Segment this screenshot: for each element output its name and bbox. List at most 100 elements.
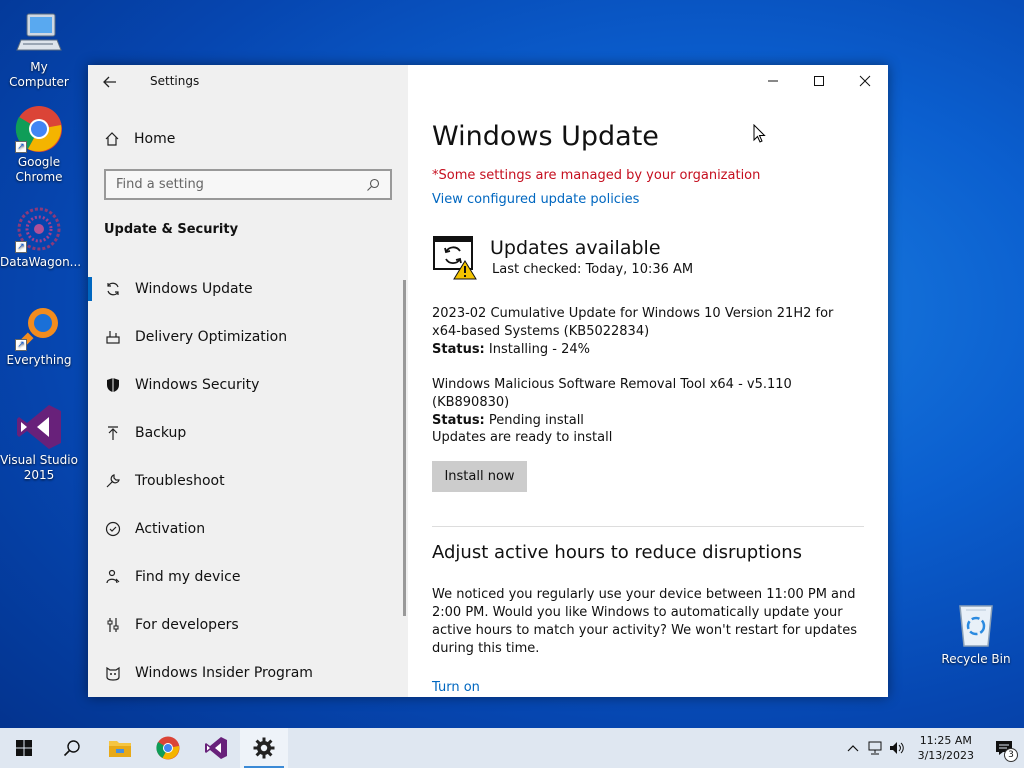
folder-icon <box>109 741 131 757</box>
desktop-icon-label: Google Chrome <box>15 155 63 184</box>
search-box[interactable] <box>104 169 392 200</box>
backup-arrow-icon <box>104 424 122 442</box>
search-icon <box>63 740 80 757</box>
update-status-icon <box>432 235 478 281</box>
desktop-icon-everything[interactable]: ↗ Everything <box>0 303 78 368</box>
chrome-icon <box>156 736 180 760</box>
insider-cat-icon <box>104 664 122 682</box>
desktop-icon-google-chrome[interactable]: ↗ Google Chrome <box>0 105 78 185</box>
maximize-icon <box>814 76 824 86</box>
updates-available-title: Updates available <box>490 237 661 259</box>
sidebar-item-find-my-device[interactable]: Find my device <box>88 553 408 601</box>
search-icon <box>367 178 380 191</box>
maximize-button[interactable] <box>796 65 842 97</box>
desktop-icon-label: Visual Studio 2015 <box>0 453 78 482</box>
title-bar: Settings <box>88 65 408 99</box>
sidebar-item-label: Windows Security <box>135 377 260 393</box>
minimize-button[interactable] <box>750 65 796 97</box>
desktop-icon-datawagon[interactable]: ↗ DataWagon... <box>0 205 82 270</box>
sidebar-item-backup[interactable]: Backup <box>88 409 408 457</box>
sidebar-item-windows-security[interactable]: Windows Security <box>88 361 408 409</box>
update-status: Status: Pending install <box>432 413 584 428</box>
delivery-optimization-icon <box>104 328 122 346</box>
search-input[interactable] <box>116 177 366 192</box>
minimize-icon <box>768 80 778 82</box>
divider <box>432 526 864 527</box>
back-arrow-icon <box>103 76 116 88</box>
main-content: Windows Update *Some settings are manage… <box>408 65 888 697</box>
chevron-up-icon <box>847 745 859 752</box>
page-title: Windows Update <box>432 121 659 152</box>
windows-logo-icon <box>16 740 32 756</box>
home-icon <box>105 132 119 146</box>
sidebar-item-activation[interactable]: Activation <box>88 505 408 553</box>
app-title: Settings <box>150 74 200 88</box>
everything-icon: ↗ <box>15 303 63 351</box>
clock-date: 3/13/2023 <box>917 749 974 762</box>
recycle-bin-icon <box>952 600 1000 648</box>
sidebar-item-delivery-optimization[interactable]: Delivery Optimization <box>88 313 408 361</box>
desktop-icon-label: My Computer <box>9 60 69 89</box>
checkmark-circle-icon <box>104 520 122 538</box>
gear-icon <box>253 737 275 759</box>
install-now-button[interactable]: Install now <box>432 461 527 492</box>
sidebar-item-label: For developers <box>135 617 239 633</box>
update-name: 2023-02 Cumulative Update for Windows 10… <box>432 306 834 339</box>
chrome-icon: ↗ <box>15 105 63 153</box>
update-name: Windows Malicious Software Removal Tool … <box>432 377 792 410</box>
settings-window: Settings Home Update & Security Windows … <box>88 65 888 697</box>
desktop-icon-recycle-bin[interactable]: Recycle Bin <box>940 600 1012 666</box>
sidebar-item-windows-update[interactable]: Windows Update <box>88 265 408 313</box>
taskbar-clock[interactable]: 11:25 AM 3/13/2023 <box>908 733 984 763</box>
turn-on-link[interactable]: Turn on <box>432 680 480 695</box>
start-button[interactable] <box>0 728 48 768</box>
update-item: Windows Malicious Software Removal Tool … <box>432 376 852 430</box>
volume-icon[interactable] <box>886 728 908 768</box>
taskbar-file-explorer[interactable] <box>96 728 144 768</box>
recycle-bin-label: Recycle Bin <box>941 652 1011 666</box>
action-center-button[interactable]: 3 <box>984 728 1024 768</box>
active-hours-title: Adjust active hours to reduce disruption… <box>432 542 803 563</box>
section-title: Update & Security <box>104 222 239 237</box>
sidebar-item-troubleshoot[interactable]: Troubleshoot <box>88 457 408 505</box>
nav-home[interactable]: Home <box>104 127 394 151</box>
desktop-icon-label: DataWagon... <box>0 255 82 269</box>
sidebar-scrollbar[interactable] <box>403 280 406 616</box>
sidebar-item-label: Activation <box>135 521 206 537</box>
update-item: 2023-02 Cumulative Update for Windows 10… <box>432 305 852 359</box>
managed-notice: *Some settings are managed by your organ… <box>432 168 761 183</box>
taskbar-chrome[interactable] <box>144 728 192 768</box>
view-policies-link[interactable]: View configured update policies <box>432 192 639 207</box>
clock-time: 11:25 AM <box>919 734 972 747</box>
nav-list: Windows Update Delivery Optimization Win… <box>88 265 408 697</box>
developer-sliders-icon <box>104 616 122 634</box>
close-button[interactable] <box>842 65 888 97</box>
close-icon <box>859 75 871 87</box>
settings-sidebar: Settings Home Update & Security Windows … <box>88 65 408 697</box>
taskbar-search-button[interactable] <box>48 728 96 768</box>
sidebar-item-label: Troubleshoot <box>135 473 225 489</box>
taskbar-settings[interactable] <box>240 728 288 768</box>
nav-home-label: Home <box>134 131 176 147</box>
sync-icon <box>104 280 122 298</box>
sidebar-item-for-developers[interactable]: For developers <box>88 601 408 649</box>
desktop-icon-visual-studio[interactable]: Visual Studio 2015 <box>0 403 78 483</box>
network-icon[interactable] <box>864 728 886 768</box>
show-hidden-icons-button[interactable] <box>842 728 864 768</box>
last-checked-text: Last checked: Today, 10:36 AM <box>492 262 694 277</box>
desktop-icon-label: Everything <box>6 353 72 367</box>
computer-icon <box>15 10 63 58</box>
sidebar-item-windows-insider-program[interactable]: Windows Insider Program <box>88 649 408 697</box>
back-button[interactable] <box>102 71 124 93</box>
datawagon-icon: ↗ <box>15 205 63 253</box>
ready-text: Updates are ready to install <box>432 430 613 445</box>
shortcut-arrow-icon: ↗ <box>15 241 27 253</box>
taskbar-visual-studio[interactable] <box>192 728 240 768</box>
update-status: Status: Installing - 24% <box>432 342 590 357</box>
sidebar-item-label: Delivery Optimization <box>135 329 288 345</box>
wrench-icon <box>104 472 122 490</box>
sidebar-item-label: Windows Update <box>135 281 253 297</box>
visual-studio-icon <box>205 737 227 759</box>
desktop-icon-my-computer[interactable]: My Computer <box>0 10 78 90</box>
taskbar: 11:25 AM 3/13/2023 3 <box>0 728 1024 768</box>
